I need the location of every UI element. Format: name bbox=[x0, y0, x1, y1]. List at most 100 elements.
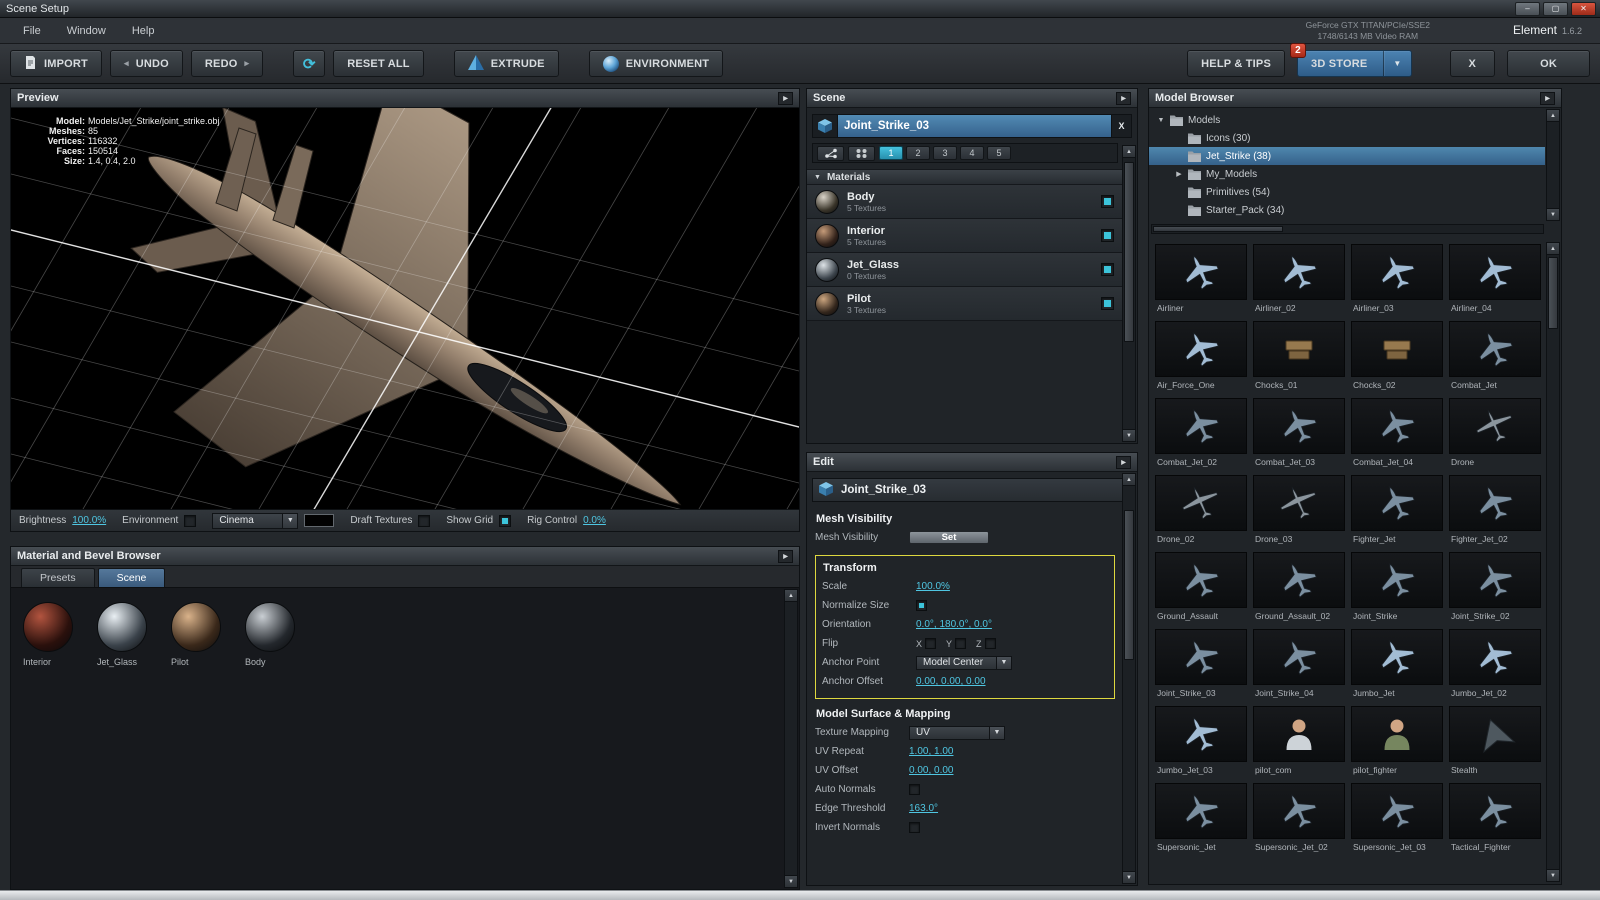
close-window-button[interactable]: ✕ bbox=[1571, 2, 1596, 16]
model-item-combat-jet[interactable]: Combat_Jet bbox=[1449, 321, 1541, 398]
model-item-airliner-02[interactable]: Airliner_02 bbox=[1253, 244, 1345, 321]
scroll-down-icon[interactable]: ▼ bbox=[1547, 208, 1559, 220]
store-button[interactable]: 3D STORE ▼ 2 bbox=[1297, 50, 1412, 77]
background-color-swatch[interactable] bbox=[304, 514, 334, 527]
model-slot-4[interactable]: 4 bbox=[960, 146, 984, 160]
menu-file[interactable]: File bbox=[10, 18, 54, 43]
scroll-up-icon[interactable]: ▲ bbox=[1123, 146, 1135, 158]
store-dropdown-icon[interactable]: ▼ bbox=[1383, 51, 1410, 76]
menu-window[interactable]: Window bbox=[54, 18, 119, 43]
model-item-chocks-01[interactable]: Chocks_01 bbox=[1253, 321, 1345, 398]
model-item-joint-strike[interactable]: Joint_Strike bbox=[1351, 552, 1443, 629]
panel-expand-button[interactable]: ▶ bbox=[778, 550, 793, 563]
model-item-airliner-03[interactable]: Airliner_03 bbox=[1351, 244, 1443, 321]
model-item-jumbo-jet-03[interactable]: Jumbo_Jet_03 bbox=[1155, 706, 1247, 783]
model-item-joint-strike-03[interactable]: Joint_Strike_03 bbox=[1155, 629, 1247, 706]
scene-scrollbar[interactable]: ▲ ▼ bbox=[1122, 145, 1136, 442]
rig-mode-button[interactable] bbox=[817, 146, 844, 161]
model-item-airliner[interactable]: Airliner bbox=[1155, 244, 1247, 321]
material-preview-pilot[interactable]: Pilot bbox=[171, 602, 231, 667]
scroll-down-icon[interactable]: ▼ bbox=[785, 875, 797, 887]
model-item-air-force-one[interactable]: Air_Force_One bbox=[1155, 321, 1247, 398]
model-item-chocks-02[interactable]: Chocks_02 bbox=[1351, 321, 1443, 398]
menu-help[interactable]: Help bbox=[119, 18, 168, 43]
scroll-down-icon[interactable]: ▼ bbox=[1123, 429, 1135, 441]
tree-item-icons-30[interactable]: Icons (30) bbox=[1149, 129, 1545, 147]
group-mode-button[interactable] bbox=[848, 146, 875, 161]
orientation-values[interactable]: 0.0°, 180.0°, 0.0° bbox=[916, 619, 992, 630]
reset-all-button[interactable]: RESET ALL bbox=[333, 50, 424, 77]
window-titlebar[interactable]: Scene Setup – ▢ ✕ bbox=[0, 0, 1600, 18]
maximize-button[interactable]: ▢ bbox=[1543, 2, 1568, 16]
model-grid-scrollbar[interactable]: ▲ ▼ bbox=[1546, 242, 1560, 882]
model-item-tactical-fighter[interactable]: Tactical_Fighter bbox=[1449, 783, 1541, 860]
flip-y-checkbox[interactable] bbox=[955, 638, 966, 649]
model-item-combat-jet-04[interactable]: Combat_Jet_04 bbox=[1351, 398, 1443, 475]
scroll-up-icon[interactable]: ▲ bbox=[1123, 474, 1135, 486]
panel-expand-button[interactable]: ▶ bbox=[1116, 92, 1131, 105]
material-row-jet-glass[interactable]: Jet_Glass0 Textures bbox=[807, 253, 1122, 287]
mesh-visibility-set-button[interactable]: Set bbox=[909, 531, 989, 544]
flip-x-checkbox[interactable] bbox=[925, 638, 936, 649]
material-visibility-checkbox[interactable] bbox=[1101, 195, 1114, 208]
model-item-supersonic-jet-02[interactable]: Supersonic_Jet_02 bbox=[1253, 783, 1345, 860]
model-item-joint-strike-02[interactable]: Joint_Strike_02 bbox=[1449, 552, 1541, 629]
model-item-combat-jet-02[interactable]: Combat_Jet_02 bbox=[1155, 398, 1247, 475]
model-slot-3[interactable]: 3 bbox=[933, 146, 957, 160]
flip-z-checkbox[interactable] bbox=[985, 638, 996, 649]
material-preview-interior[interactable]: Interior bbox=[23, 602, 83, 667]
scroll-up-icon[interactable]: ▲ bbox=[1547, 110, 1559, 122]
extrude-button[interactable]: EXTRUDE bbox=[454, 50, 559, 77]
redo-button[interactable]: REDO ▸ bbox=[191, 50, 263, 77]
tree-expander-icon[interactable]: ▶ bbox=[1175, 170, 1183, 178]
material-visibility-checkbox[interactable] bbox=[1101, 297, 1114, 310]
model-item-jumbo-jet-02[interactable]: Jumbo_Jet_02 bbox=[1449, 629, 1541, 706]
tree-scrollbar[interactable]: ▲ ▼ bbox=[1546, 109, 1560, 221]
tree-item-my-models[interactable]: ▶My_Models bbox=[1149, 165, 1545, 183]
material-preview-body[interactable]: Body bbox=[245, 602, 305, 667]
anchor-offset-values[interactable]: 0.00, 0.00, 0.00 bbox=[916, 676, 986, 687]
panel-expand-button[interactable]: ▶ bbox=[778, 92, 793, 105]
texture-mapping-select[interactable]: UV ▼ bbox=[909, 726, 1005, 740]
model-slot-1[interactable]: 1 bbox=[879, 146, 903, 160]
auto-normals-checkbox[interactable] bbox=[909, 784, 920, 795]
materials-section-header[interactable]: ▼ Materials bbox=[807, 169, 1122, 185]
environment-checkbox[interactable] bbox=[184, 515, 196, 527]
material-preview-jet-glass[interactable]: Jet_Glass bbox=[97, 602, 157, 667]
scroll-up-icon[interactable]: ▲ bbox=[1547, 243, 1559, 255]
tree-expander-icon[interactable]: ▼ bbox=[1157, 117, 1165, 124]
tree-item-jet-strike-38[interactable]: Jet_Strike (38) bbox=[1149, 147, 1545, 165]
scroll-down-icon[interactable]: ▼ bbox=[1547, 869, 1559, 881]
model-item-fighter-jet-02[interactable]: Fighter_Jet_02 bbox=[1449, 475, 1541, 552]
scroll-up-icon[interactable]: ▲ bbox=[785, 590, 797, 602]
help-tips-button[interactable]: HELP & TIPS bbox=[1187, 50, 1285, 77]
normalize-size-checkbox[interactable] bbox=[916, 600, 927, 611]
model-item-combat-jet-03[interactable]: Combat_Jet_03 bbox=[1253, 398, 1345, 475]
tree-item-models[interactable]: ▼Models bbox=[1149, 111, 1545, 129]
model-item-pilot-com[interactable]: pilot_com bbox=[1253, 706, 1345, 783]
uv-repeat-values[interactable]: 1.00, 1.00 bbox=[909, 746, 953, 757]
material-row-pilot[interactable]: Pilot3 Textures bbox=[807, 287, 1122, 321]
environment-button[interactable]: ENVIRONMENT bbox=[589, 50, 723, 77]
model-slot-2[interactable]: 2 bbox=[906, 146, 930, 160]
ok-button[interactable]: OK bbox=[1507, 50, 1590, 77]
material-row-body[interactable]: Body5 Textures bbox=[807, 185, 1122, 219]
tab-scene[interactable]: Scene bbox=[98, 568, 166, 587]
environment-preset-select[interactable]: Cinema ▼ bbox=[212, 513, 298, 529]
material-visibility-checkbox[interactable] bbox=[1101, 229, 1114, 242]
model-item-drone-03[interactable]: Drone_03 bbox=[1253, 475, 1345, 552]
edit-scrollbar[interactable]: ▲ ▼ bbox=[1122, 473, 1136, 884]
model-item-fighter-jet[interactable]: Fighter_Jet bbox=[1351, 475, 1443, 552]
scale-value[interactable]: 100.0% bbox=[916, 581, 950, 592]
scene-selected-model[interactable]: Joint_Strike_03 bbox=[837, 115, 1112, 137]
tree-splitter[interactable] bbox=[1151, 224, 1544, 234]
model-item-drone-02[interactable]: Drone_02 bbox=[1155, 475, 1247, 552]
model-item-stealth[interactable]: Stealth bbox=[1449, 706, 1541, 783]
rig-control-value[interactable]: 0.0% bbox=[583, 515, 606, 526]
model-item-pilot-fighter[interactable]: pilot_fighter bbox=[1351, 706, 1443, 783]
tree-item-primitives-54[interactable]: Primitives (54) bbox=[1149, 183, 1545, 201]
model-item-jumbo-jet[interactable]: Jumbo_Jet bbox=[1351, 629, 1443, 706]
scroll-thumb[interactable] bbox=[1124, 510, 1134, 660]
model-item-ground-assault[interactable]: Ground_Assault bbox=[1155, 552, 1247, 629]
import-button[interactable]: IMPORT bbox=[10, 50, 102, 77]
